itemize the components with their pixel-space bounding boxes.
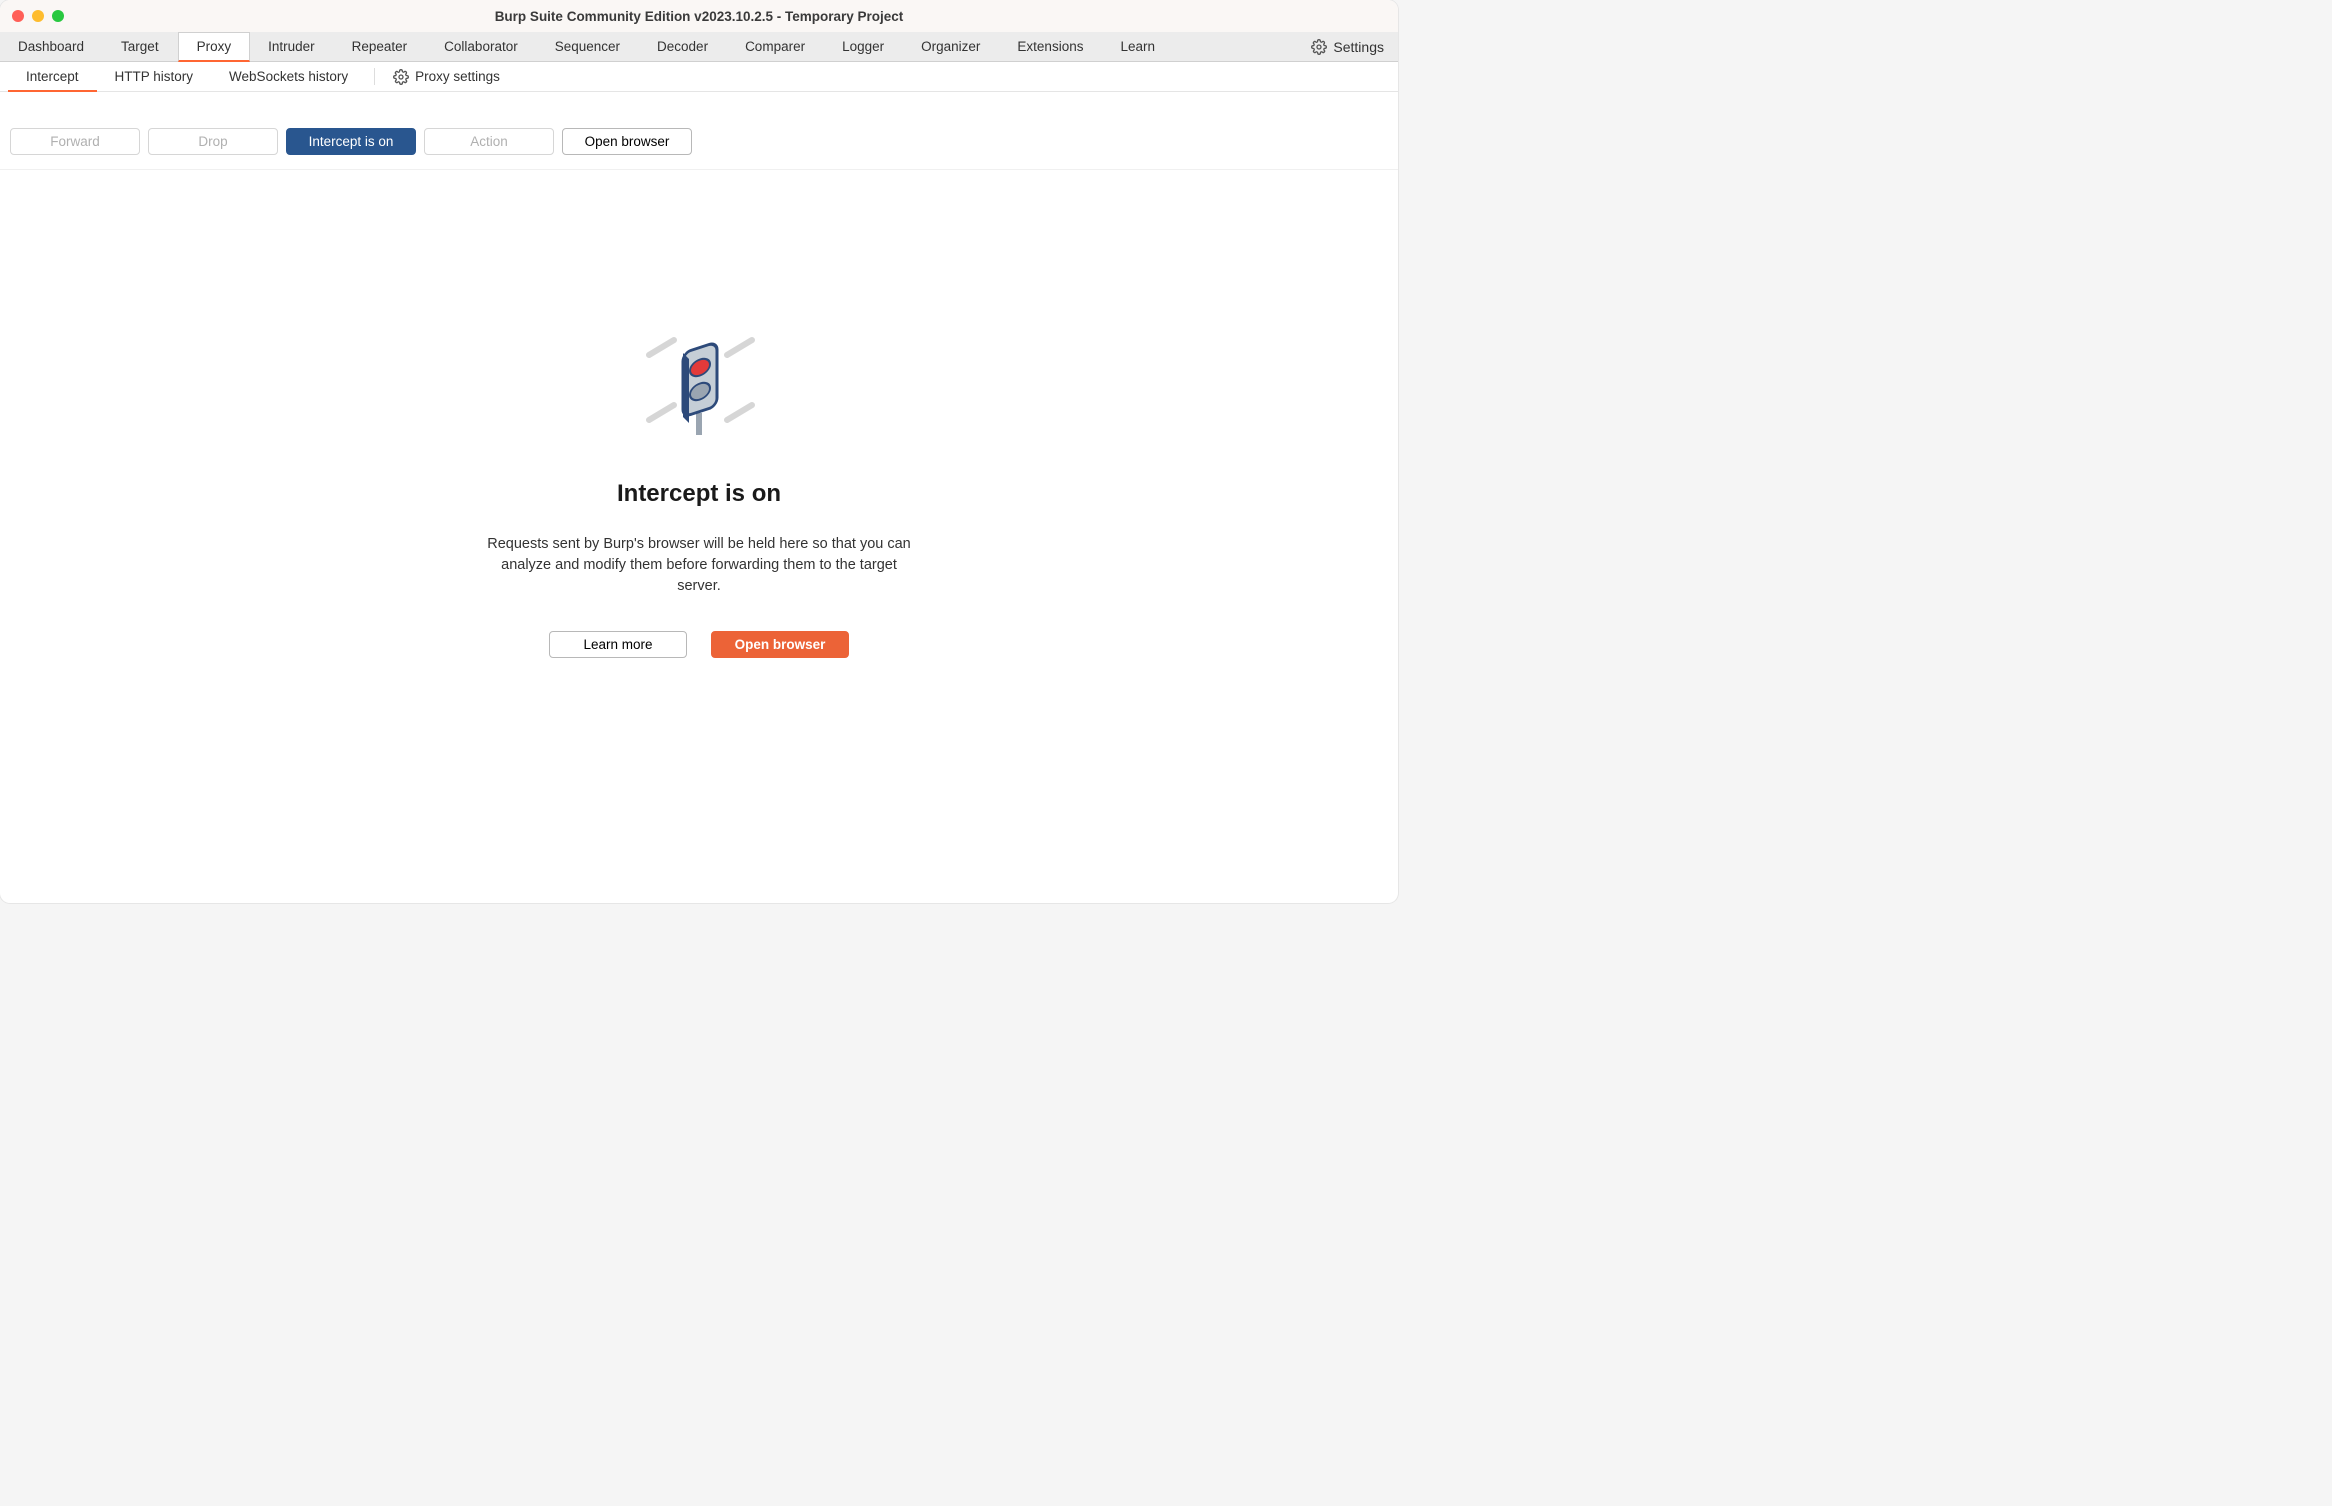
- window-title: Burp Suite Community Edition v2023.10.2.…: [12, 9, 1386, 24]
- forward-button[interactable]: Forward: [10, 128, 140, 155]
- button-label: Drop: [198, 134, 227, 149]
- subtab-label: HTTP history: [115, 69, 194, 84]
- titlebar: Burp Suite Community Edition v2023.10.2.…: [0, 0, 1398, 32]
- tab-label: Intruder: [268, 39, 315, 54]
- tab-logger[interactable]: Logger: [824, 32, 903, 61]
- main-tabbar: Dashboard Target Proxy Intruder Repeater…: [0, 32, 1398, 62]
- tab-learn[interactable]: Learn: [1102, 32, 1174, 61]
- tab-label: Target: [121, 39, 159, 54]
- tab-label: Collaborator: [444, 39, 518, 54]
- settings-button[interactable]: Settings: [1297, 32, 1398, 61]
- action-button[interactable]: Action: [424, 128, 554, 155]
- tab-label: Decoder: [657, 39, 708, 54]
- button-label: Action: [470, 134, 508, 149]
- subtab-label: Intercept: [26, 69, 79, 84]
- gear-icon: [1311, 39, 1327, 55]
- window-close-button[interactable]: [12, 10, 24, 22]
- open-browser-hero-button[interactable]: Open browser: [711, 631, 849, 658]
- traffic-light-icon: [619, 335, 779, 450]
- tab-proxy[interactable]: Proxy: [178, 32, 251, 62]
- intercept-toggle-button[interactable]: Intercept is on: [286, 128, 416, 155]
- tab-label: Organizer: [921, 39, 980, 54]
- tab-label: Dashboard: [18, 39, 84, 54]
- subtab-label: WebSockets history: [229, 69, 348, 84]
- hero-description: Requests sent by Burp's browser will be …: [479, 534, 919, 597]
- tab-sequencer[interactable]: Sequencer: [537, 32, 639, 61]
- tab-organizer[interactable]: Organizer: [903, 32, 999, 61]
- tab-extensions[interactable]: Extensions: [999, 32, 1102, 61]
- subtab-intercept[interactable]: Intercept: [8, 62, 97, 92]
- window-maximize-button[interactable]: [52, 10, 64, 22]
- window-minimize-button[interactable]: [32, 10, 44, 22]
- tab-repeater[interactable]: Repeater: [334, 32, 427, 61]
- settings-label: Settings: [1333, 39, 1384, 55]
- tab-decoder[interactable]: Decoder: [639, 32, 727, 61]
- tab-intruder[interactable]: Intruder: [250, 32, 334, 61]
- learn-more-button[interactable]: Learn more: [549, 631, 687, 658]
- button-label: Open browser: [735, 637, 826, 652]
- tab-target[interactable]: Target: [103, 32, 178, 61]
- tab-label: Proxy: [197, 39, 232, 54]
- drop-button[interactable]: Drop: [148, 128, 278, 155]
- proxy-settings-label: Proxy settings: [415, 69, 500, 84]
- intercept-toolbar: Forward Drop Intercept is on Action Open…: [0, 92, 1398, 170]
- tab-dashboard[interactable]: Dashboard: [0, 32, 103, 61]
- divider: [374, 68, 375, 85]
- tab-label: Sequencer: [555, 39, 620, 54]
- button-label: Intercept is on: [309, 134, 394, 149]
- tab-label: Repeater: [352, 39, 408, 54]
- tab-label: Logger: [842, 39, 884, 54]
- proxy-settings-button[interactable]: Proxy settings: [383, 62, 510, 91]
- subtab-websockets-history[interactable]: WebSockets history: [211, 62, 366, 91]
- tab-label: Extensions: [1017, 39, 1083, 54]
- button-label: Open browser: [585, 134, 670, 149]
- open-browser-button[interactable]: Open browser: [562, 128, 692, 155]
- subtab-http-history[interactable]: HTTP history: [97, 62, 212, 91]
- intercept-empty-state: Intercept is on Requests sent by Burp's …: [0, 170, 1398, 903]
- button-label: Learn more: [583, 637, 652, 652]
- gear-icon: [393, 69, 409, 85]
- tab-label: Learn: [1120, 39, 1155, 54]
- button-label: Forward: [50, 134, 100, 149]
- sub-tabbar: Intercept HTTP history WebSockets histor…: [0, 62, 1398, 92]
- tab-comparer[interactable]: Comparer: [727, 32, 824, 61]
- tab-label: Comparer: [745, 39, 805, 54]
- tab-collaborator[interactable]: Collaborator: [426, 32, 537, 61]
- hero-title: Intercept is on: [617, 480, 781, 508]
